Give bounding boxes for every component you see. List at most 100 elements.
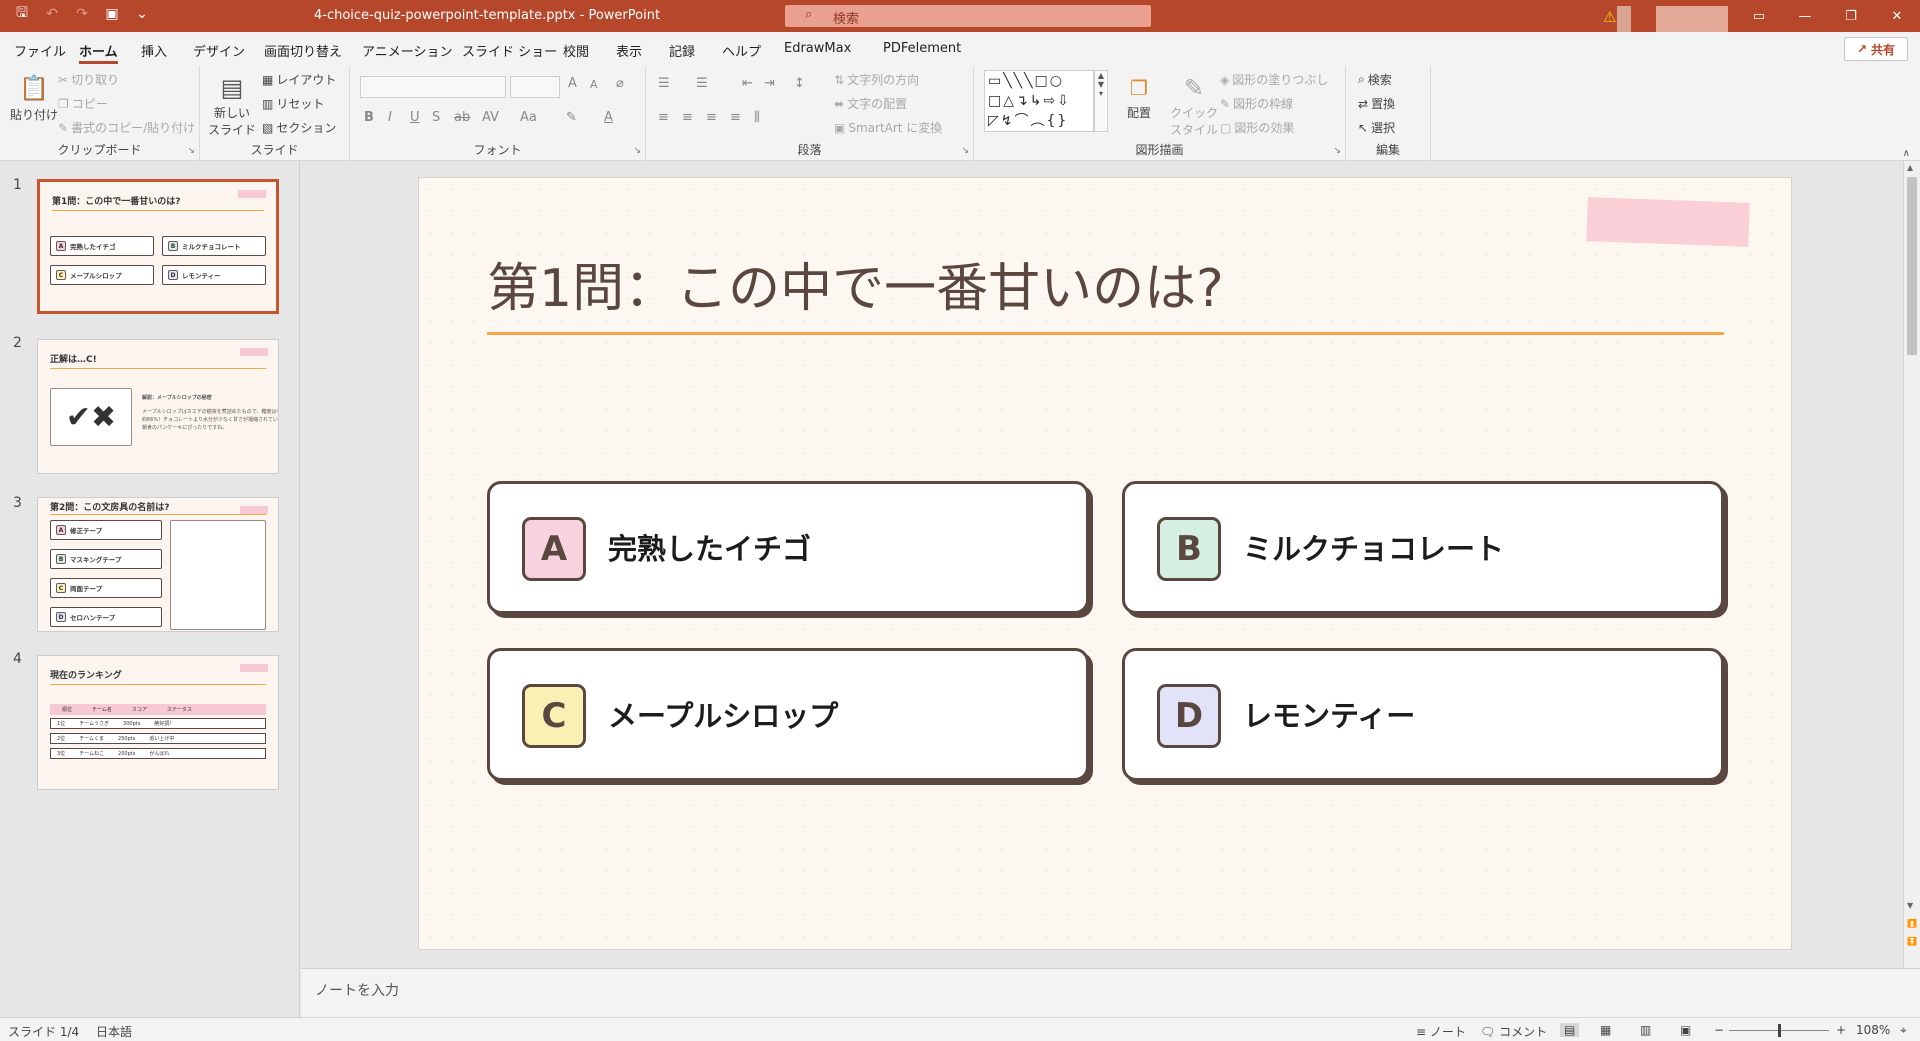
redo-icon[interactable]: ↷	[74, 6, 90, 22]
replace-button[interactable]: ⇄ 置換	[1358, 95, 1395, 112]
select-button[interactable]: ↖ 選択	[1358, 119, 1395, 136]
tab-animations[interactable]: アニメーション	[362, 41, 452, 60]
close-icon[interactable]: ✕	[1874, 0, 1920, 32]
account-name-blurred[interactable]	[1656, 6, 1728, 34]
shape-effects-button[interactable]: ▢ 図形の効果	[1220, 119, 1294, 136]
strikethrough-button[interactable]: ab	[454, 110, 470, 125]
dialog-launcher-icon[interactable]: ↘	[961, 146, 969, 156]
minimize-icon[interactable]: —	[1782, 0, 1828, 32]
align-center-icon[interactable]: ≡	[682, 110, 693, 125]
notes-placeholder[interactable]: ノートを入力	[315, 980, 399, 1000]
normal-view-icon[interactable]: ▤	[1560, 1023, 1580, 1037]
grow-font-button[interactable]: A	[568, 76, 577, 91]
fit-to-window-icon[interactable]: ⌖	[1900, 1023, 1907, 1038]
zoom-in-icon[interactable]: +	[1836, 1023, 1846, 1037]
highlight-icon[interactable]: ✎	[566, 110, 577, 125]
align-left-icon[interactable]: ≡	[658, 110, 669, 125]
section-button[interactable]: ▧ セクション	[262, 119, 336, 136]
dialog-launcher-icon[interactable]: ↘	[633, 146, 641, 156]
slide-thumbnail-4[interactable]: 現在のランキング 順位 チーム名 スコア ステータス 1位 チームうさぎ 300pt…	[37, 655, 279, 790]
reset-button[interactable]: ▥ リセット	[262, 95, 324, 112]
shapes-gallery[interactable]: ▭╲╲╲□○ □△↴↳⇨⇩ ◸↯⌒︵{}	[984, 70, 1094, 132]
scroll-up-icon[interactable]: ▲	[1907, 163, 1913, 172]
tab-help[interactable]: ヘルプ	[722, 41, 761, 60]
quick-styles-button[interactable]: ✎ クイック スタイル	[1170, 72, 1218, 138]
format-painter-button[interactable]: ✎ 書式のコピー/貼り付け	[58, 119, 195, 136]
font-name-select[interactable]	[360, 76, 506, 98]
dialog-launcher-icon[interactable]: ↘	[1333, 146, 1341, 156]
numbering-icon[interactable]: ☰	[696, 76, 708, 91]
align-right-icon[interactable]: ≡	[706, 110, 717, 125]
align-text-button[interactable]: ⬌ 文字の配置	[834, 95, 907, 112]
slide-title[interactable]: 第1問：この中で一番甘いのは?	[487, 246, 1224, 321]
answer-card-d[interactable]: D レモンティー	[1122, 648, 1724, 781]
text-direction-button[interactable]: ⇅ 文字列の方向	[834, 71, 919, 88]
language-indicator[interactable]: 日本語	[96, 1023, 132, 1040]
change-case-button[interactable]: Aa	[520, 110, 537, 125]
increase-indent-icon[interactable]: ⇥	[764, 76, 775, 91]
columns-icon[interactable]: ⫼	[754, 110, 760, 125]
find-button[interactable]: ⌕ 検索	[1358, 71, 1392, 88]
tab-view[interactable]: 表示	[616, 41, 642, 60]
line-spacing-icon[interactable]: ↕	[794, 76, 805, 91]
ribbon-display-icon[interactable]: ▭	[1736, 0, 1782, 32]
shape-outline-button[interactable]: ✎ 図形の枠線	[1220, 95, 1293, 112]
present-icon[interactable]: ▣	[104, 6, 120, 22]
slide-sorter-icon[interactable]: ▦	[1600, 1023, 1611, 1037]
comments-toggle[interactable]: 🗨 コメント	[1480, 1023, 1547, 1040]
shrink-font-button[interactable]: A	[590, 78, 598, 91]
font-size-select[interactable]	[510, 76, 560, 98]
shape-fill-button[interactable]: ◈ 図形の塗りつぶし	[1220, 71, 1328, 88]
char-spacing-button[interactable]: AV	[482, 110, 499, 125]
save-icon[interactable]: 🖫	[14, 5, 30, 22]
tab-pdfelement[interactable]: PDFelement	[883, 41, 961, 56]
undo-icon[interactable]: ↶	[44, 6, 60, 22]
notes-pane[interactable]: ノートを入力	[301, 968, 1920, 1017]
collapse-ribbon-icon[interactable]: ∧	[1903, 148, 1910, 159]
cut-button[interactable]: ✂ 切り取り	[58, 71, 119, 88]
layout-button[interactable]: ▦ レイアウト	[262, 71, 336, 88]
bullets-icon[interactable]: ☰	[658, 76, 670, 91]
tab-edrawmax[interactable]: EdrawMax	[784, 41, 851, 56]
answer-card-a[interactable]: A 完熟したイチゴ	[487, 481, 1089, 614]
warning-icon[interactable]: ⚠	[1603, 8, 1616, 26]
shapes-more-icon[interactable]: ▲ ▼ ▾	[1094, 70, 1108, 132]
copy-button[interactable]: ❐ コピー	[58, 95, 108, 112]
zoom-slider-thumb[interactable]	[1778, 1024, 1781, 1037]
font-color-icon[interactable]: A	[604, 110, 613, 125]
current-slide[interactable]: 第1問：この中で一番甘いのは? A 完熟したイチゴ B ミルクチョコレート C …	[418, 177, 1792, 950]
restore-icon[interactable]: ❐	[1828, 0, 1874, 32]
decrease-indent-icon[interactable]: ⇤	[742, 76, 753, 91]
shadow-button[interactable]: S	[432, 110, 440, 125]
dialog-launcher-icon[interactable]: ↘	[187, 146, 195, 156]
search-box[interactable]: ⌕ 検索	[785, 5, 1151, 27]
tab-home[interactable]: ホーム	[79, 41, 118, 64]
arrange-button[interactable]: ❐ 配置	[1122, 72, 1156, 121]
slideshow-icon[interactable]: ▣	[1680, 1023, 1691, 1037]
zoom-level[interactable]: 108%	[1856, 1023, 1890, 1037]
scrollbar-thumb[interactable]	[1907, 177, 1917, 355]
previous-slide-icon[interactable]: ⏫	[1907, 919, 1917, 928]
italic-button[interactable]: I	[388, 110, 392, 125]
tab-design[interactable]: デザイン	[193, 41, 245, 60]
tab-file[interactable]: ファイル	[14, 41, 66, 60]
justify-icon[interactable]: ≡	[730, 110, 741, 125]
tab-record[interactable]: 記録	[669, 41, 695, 60]
underline-button[interactable]: U	[410, 110, 420, 125]
bold-button[interactable]: B	[364, 110, 374, 125]
tab-review[interactable]: 校閲	[563, 41, 589, 60]
notes-toggle[interactable]: ≡ ノート	[1416, 1023, 1466, 1040]
reading-view-icon[interactable]: ▥	[1640, 1023, 1651, 1037]
slide-thumbnail-2[interactable]: 正解は…C! ✔✖ 解説：メープルシロップの秘密 メープルシロップはカエデの樹液…	[37, 339, 279, 474]
new-slide-button[interactable]: ▤ 新しい スライド	[208, 72, 256, 138]
next-slide-icon[interactable]: ⏬	[1907, 937, 1917, 946]
clear-format-icon[interactable]: ⌀	[616, 76, 624, 91]
customize-qat-icon[interactable]: ⌄	[134, 6, 150, 22]
tab-slideshow[interactable]: スライド ショー	[462, 41, 557, 60]
answer-card-b[interactable]: B ミルクチョコレート	[1122, 481, 1724, 614]
slide-thumbnail-1[interactable]: 第1問：この中で一番甘いのは? A 完熟したイチゴ B ミルクチョコレート C メープ…	[37, 179, 279, 314]
slide-thumbnail-3[interactable]: 第2問：この文房具の名前は? A 修正テープ B マスキングテープ C 両面テープ D…	[37, 497, 279, 632]
paste-button[interactable]: 📋 貼り付け	[10, 72, 58, 123]
share-button[interactable]: ↗ 共有	[1844, 37, 1908, 61]
tab-insert[interactable]: 挿入	[141, 41, 167, 60]
